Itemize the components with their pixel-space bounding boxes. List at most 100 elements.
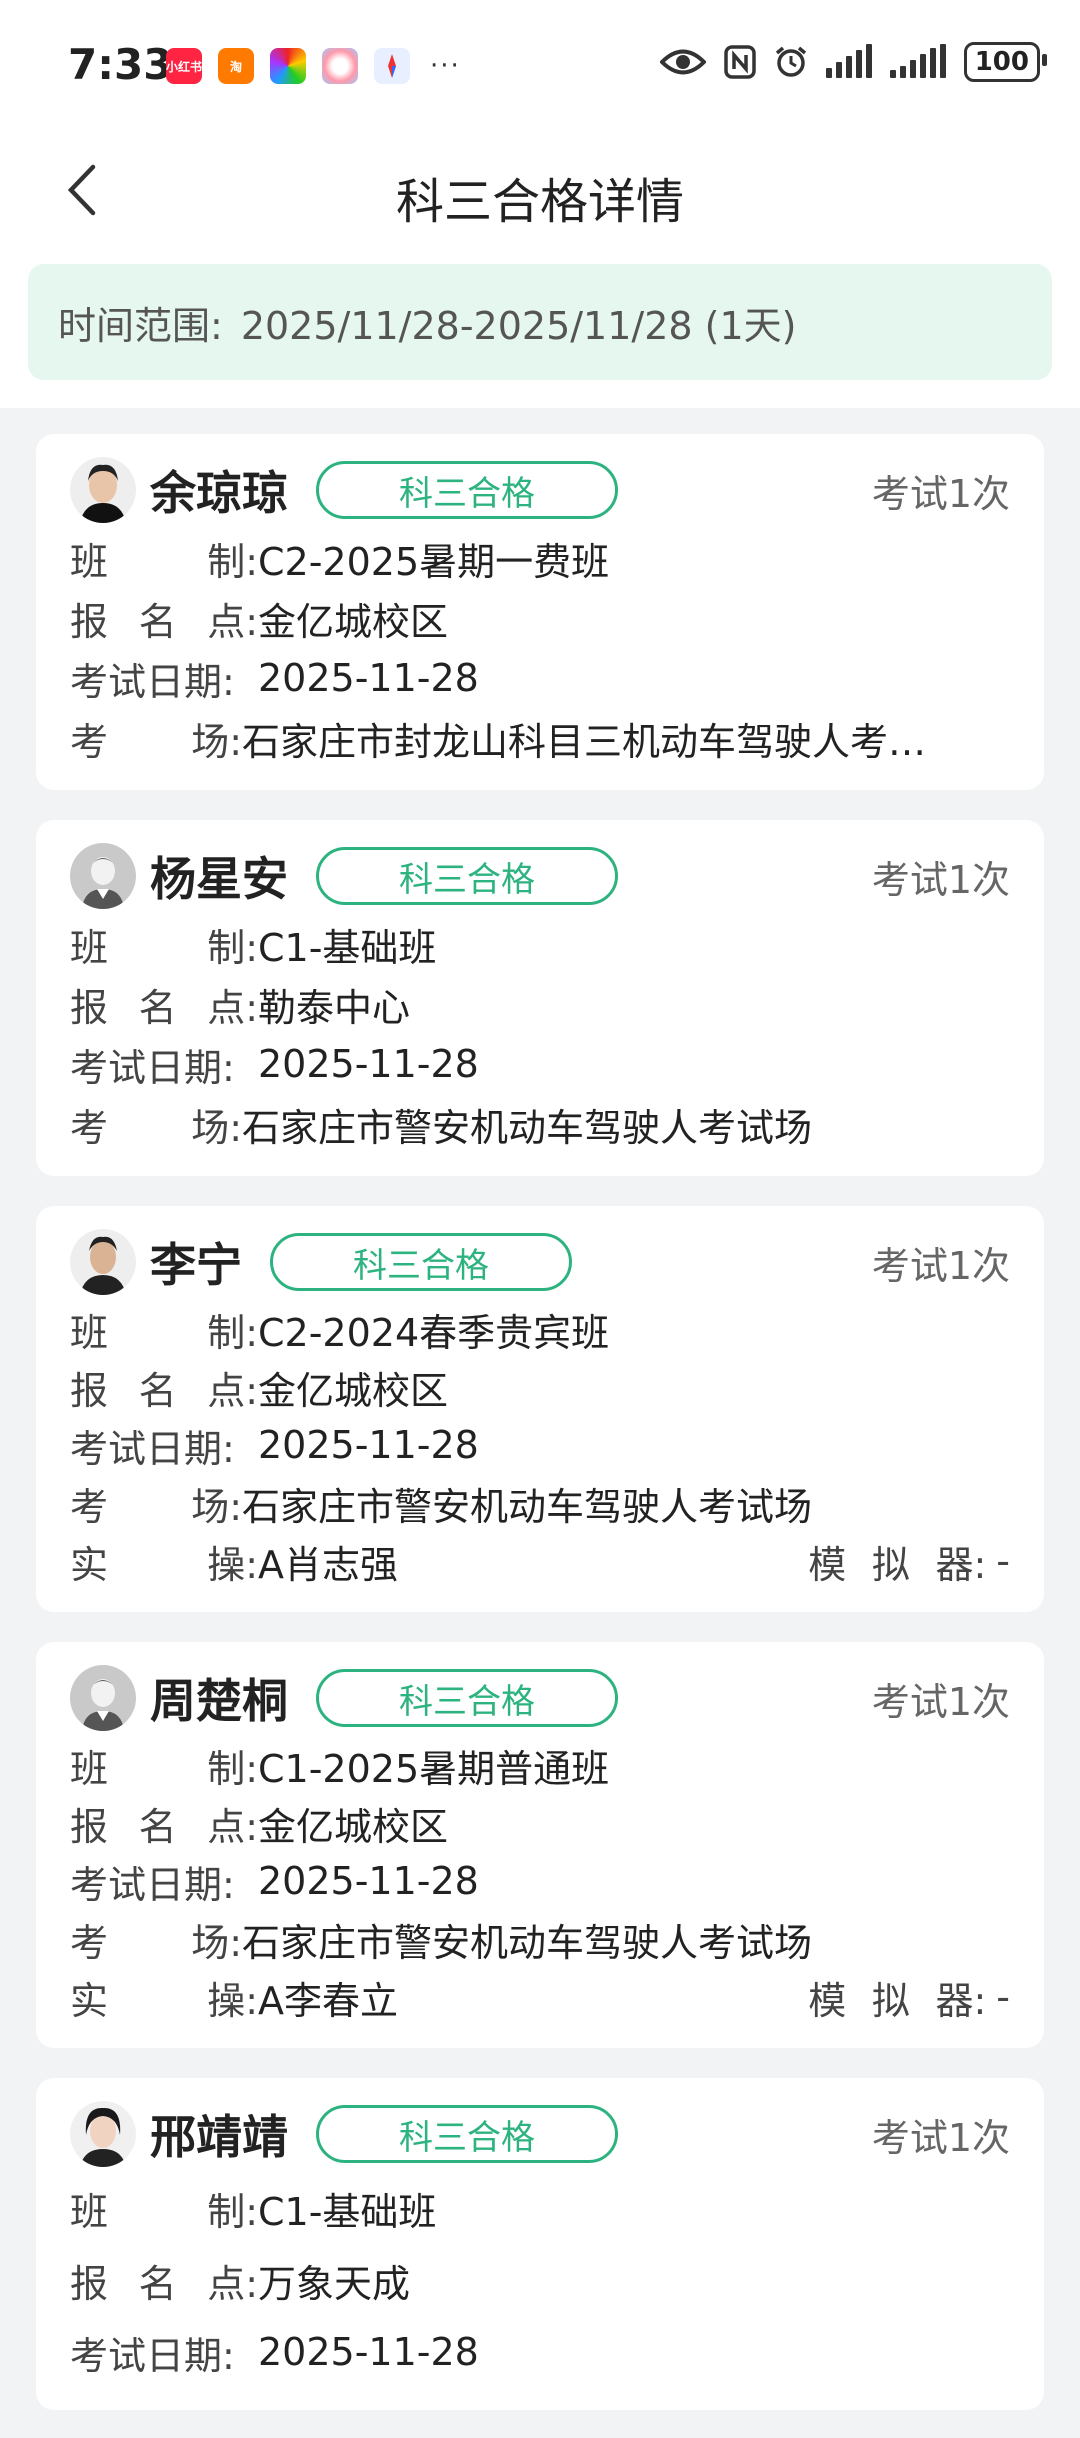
student-card[interactable]: 周楚桐 科三合格 考试1次 班 制: C1-2025暑期普通班 报名点: 金亿城校… [36,1642,1044,2048]
avatar [70,1229,136,1295]
student-card[interactable]: 李宁 科三合格 考试1次 班 制: C2-2024春季贵宾班 报名点: 金亿城校区… [36,1206,1044,1612]
label-text: 拟 [871,1542,910,1587]
exam-count: 考试1次 [871,471,1010,516]
date-row: 考试日期: 2025-11-28 [70,1852,1010,1910]
app-icon [270,48,306,84]
label-text: 考 [70,1105,109,1150]
student-name: 余琼琼 [150,466,288,520]
label-text: 报 [70,1804,109,1849]
site-value: 金亿城校区 [258,1804,449,1849]
label-text: 制: [207,1310,258,1355]
label-text: 操: [207,1542,258,1587]
label-text: 场: [191,1105,242,1150]
venue-row: 考 场: 石家庄市封龙山科目三机动车驾驶人考… [70,708,1010,768]
label-text: 模 [808,1542,847,1587]
label-text: 考试日期: [70,659,235,704]
alarm-icon [775,46,806,77]
label-text: 制: [207,925,258,970]
label-text: 点: [207,1804,258,1849]
label-text: 考试日期: [70,1862,235,1907]
label-text: 考 [70,719,109,764]
compass-icon [374,48,410,84]
status-badge: 科三合格 [316,2105,618,2163]
more-notifications-icon: ··· [430,51,461,81]
simulator-value: - [996,1975,1010,2019]
label-text: 班 [70,1310,109,1355]
status-badge: 科三合格 [316,847,618,905]
student-card[interactable]: 余琼琼 科三合格 考试1次 班 制: C2-2025暑期一费班 报名点: 金亿城校… [36,434,1044,790]
class-row: 班 制: C2-2025暑期一费班 [70,528,1010,588]
student-card[interactable]: 杨星安 科三合格 考试1次 班 制: C1-基础班 报名点: 勒泰中心 考试日期:… [36,820,1044,1176]
class-value: C1-2025暑期普通班 [258,1746,610,1791]
date-row: 考试日期: 2025-11-28 [70,2316,1010,2388]
time-range-banner: 时间范围: 2025/11/28-2025/11/28 (1天) [28,264,1052,380]
label-text: 班 [70,2189,109,2234]
class-row: 班 制: C1-2025暑期普通班 [70,1736,1010,1794]
label-text: 点: [207,1368,258,1413]
label-text: 报 [70,1368,109,1413]
operator-row: 实 操: A肖志强 模拟器: - [70,1532,1010,1590]
label-text: 拟 [871,1978,910,2023]
class-value: C1-基础班 [258,925,437,970]
label-text: 报 [70,599,109,644]
label-text: 报 [70,2261,109,2306]
exam-count: 考试1次 [871,2115,1010,2160]
label-text: 实 [70,1978,109,2023]
label-text: 制: [207,2189,258,2234]
label-text: 器: [935,1978,987,2023]
label-text: 名 [138,985,177,1030]
page-title: 科三合格详情 [395,174,684,230]
student-card[interactable]: 邢靖靖 科三合格 考试1次 班 制: C1-基础班 报名点: 万象天成 考试日期:… [36,2078,1044,2410]
clock: 7:33 [68,40,173,89]
label-text: 器: [935,1542,987,1587]
student-list: 余琼琼 科三合格 考试1次 班制: C2-2025暑期一费班 报名点: 金亿城校… [0,408,1080,2410]
exam-count: 考试1次 [871,857,1010,902]
site-row: 报名点: 万象天成 [70,2244,1010,2316]
date-value: 2025-11-28 [258,1859,479,1903]
nav-header: 科三合格详情 [0,134,1080,246]
site-value: 金亿城校区 [258,599,449,644]
date-value: 2025-11-28 [258,656,479,700]
date-value: 2025-11-28 [258,1423,479,1467]
label-text: 点: [207,599,258,644]
xiaohongshu-icon: 小红书 [166,48,202,84]
label-text: 场: [191,1920,242,1965]
label-text: 名 [138,1368,177,1413]
class-value: C2-2024春季贵宾班 [258,1310,610,1355]
label-text: 考试日期: [70,1426,235,1471]
label-text: 班 [70,1746,109,1791]
operator-value: A李春立 [258,1978,398,2023]
label-text: 考 [70,1920,109,1965]
site-row: 报名点: 勒泰中心 [70,974,1010,1034]
status-badge: 科三合格 [316,1669,618,1727]
class-row: 班 制: C2-2024春季贵宾班 [70,1300,1010,1358]
signal-icon [825,44,872,78]
date-row: 考试日期: 2025-11-28 [70,648,1010,708]
label-text: 点: [207,2261,258,2306]
avatar [70,457,136,523]
site-value: 万象天成 [258,2261,411,2306]
date-row: 考试日期: 2025-11-28 [70,1416,1010,1474]
label-text: 班 [70,925,109,970]
simulator-field: 模拟器: - [808,1534,1010,1589]
notification-icons: 小红书 淘 ··· [166,48,461,84]
class-row: 班 制: C1-基础班 [70,2172,1010,2244]
time-range-value: 2025/11/28-2025/11/28 (1天) [240,303,797,348]
venue-row: 考 场: 石家庄市警安机动车驾驶人考试场 [70,1094,1010,1154]
venue-row: 考 场: 石家庄市警安机动车驾驶人考试场 [70,1474,1010,1532]
status-badge: 科三合格 [270,1233,572,1291]
site-value: 金亿城校区 [258,1368,449,1413]
venue-value: 石家庄市封龙山科目三机动车驾驶人考… [242,719,927,764]
class-value: C1-基础班 [258,2189,437,2234]
date-row: 考试日期: 2025-11-28 [70,1034,1010,1094]
label-text: 班 [70,539,109,584]
simulator-field: 模拟器: - [808,1970,1010,2025]
student-name: 杨星安 [150,852,288,906]
label-text: 制: [207,539,258,584]
venue-value: 石家庄市警安机动车驾驶人考试场 [242,1105,813,1150]
site-row: 报名点: 金亿城校区 [70,1358,1010,1416]
default-avatar-icon [70,1665,136,1731]
label-text: 名 [138,1804,177,1849]
time-range-label: 时间范围: [58,303,223,348]
label-text: 操: [207,1978,258,2023]
